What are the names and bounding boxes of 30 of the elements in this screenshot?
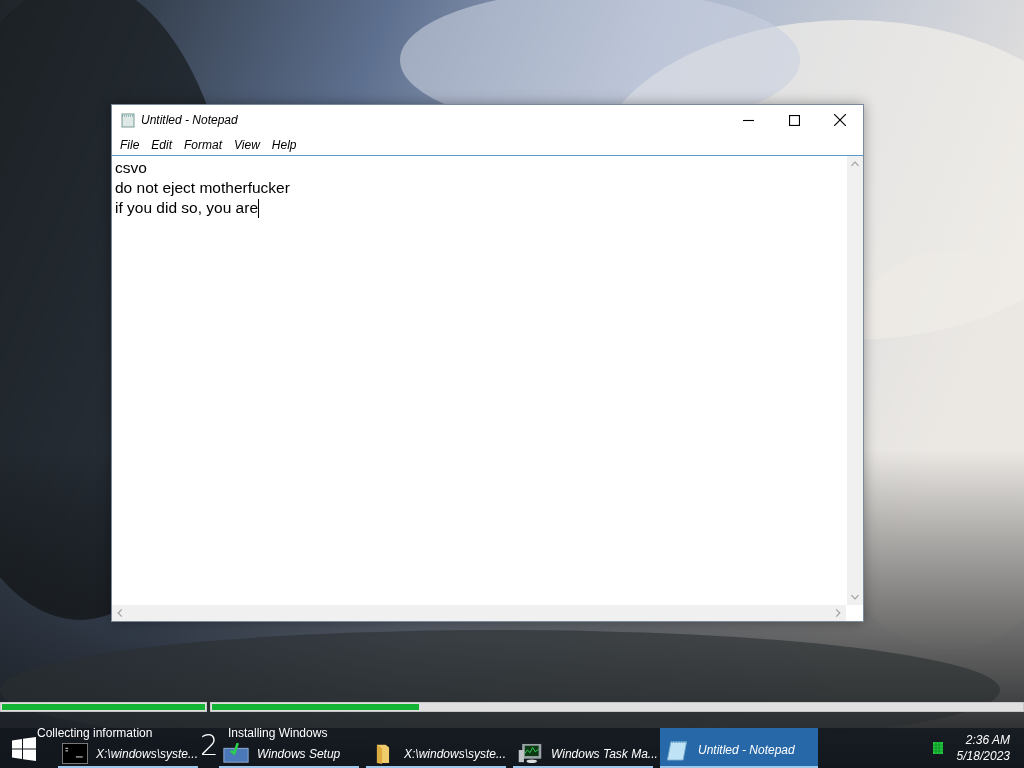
text-area[interactable]: csvo do not eject motherfucker if you did so, you are (112, 155, 863, 621)
terminal-icon (62, 743, 88, 764)
taskbar-button[interactable]: X:\windows\syste... (58, 741, 198, 768)
text-line: csvo (115, 158, 147, 178)
installer-icon (223, 743, 249, 764)
text-cursor (258, 198, 260, 218)
menu-item[interactable]: Format (178, 138, 229, 152)
monitor-icon (517, 743, 543, 764)
setup-stage-label: Collecting information (37, 727, 153, 740)
taskbar-button[interactable]: Untitled - Notepad (660, 728, 818, 768)
text-line: if you did so, you are (115, 198, 259, 218)
step-number: 2 (200, 730, 219, 760)
notepad-icon (120, 112, 136, 128)
menu-item[interactable]: Help (265, 138, 303, 152)
text-line: do not eject motherfucker (115, 178, 290, 198)
horizontal-scrollbar[interactable] (112, 605, 846, 621)
windows-logo-icon[interactable] (12, 737, 36, 761)
setup-stage-label: Installing Windows (228, 727, 328, 740)
notepad-icon (664, 739, 690, 761)
network-icon[interactable] (932, 742, 943, 754)
maximize-icon (788, 114, 800, 126)
clock[interactable]: 2:36 AM 5/18/2023 (956, 732, 1010, 764)
vertical-scrollbar[interactable] (847, 156, 863, 605)
menu-item[interactable]: View (228, 138, 266, 152)
taskbar-button[interactable]: X:\windows\syste... (366, 741, 506, 768)
close-icon (834, 114, 846, 126)
window-title: Untitled - Notepad (141, 113, 239, 127)
taskbar-button[interactable]: Windows Setup (219, 741, 359, 768)
menu-item[interactable]: File (114, 138, 146, 152)
menu-item[interactable]: Edit (145, 138, 179, 152)
